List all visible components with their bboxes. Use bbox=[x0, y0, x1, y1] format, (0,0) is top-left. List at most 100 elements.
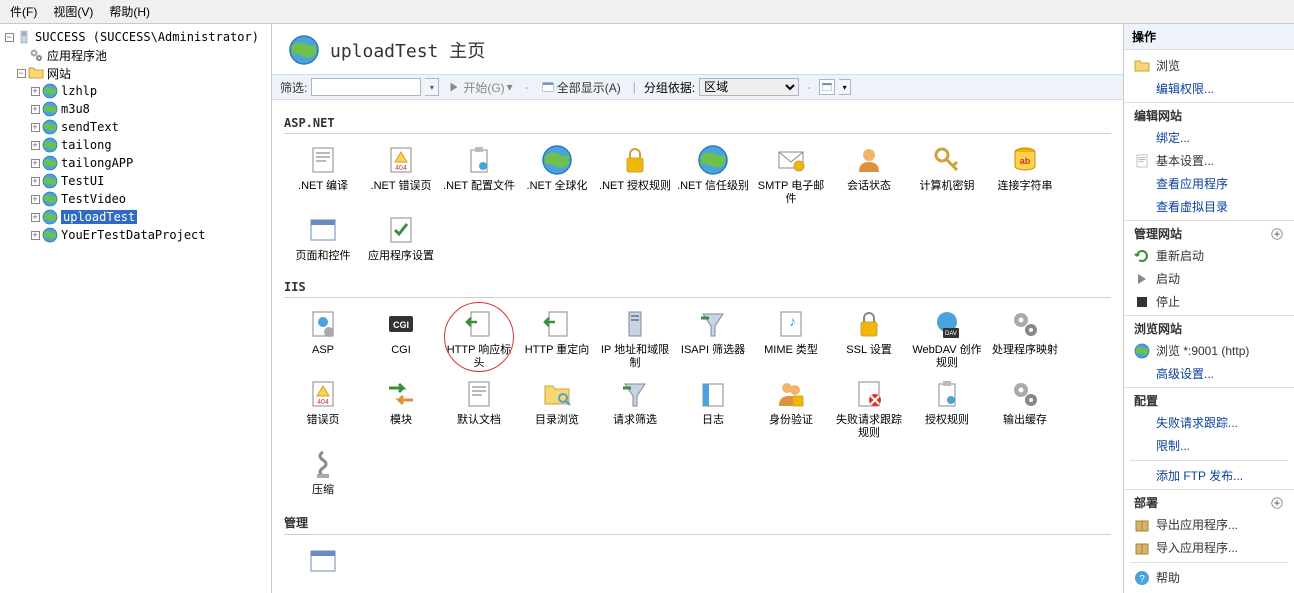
action-import-app[interactable]: 导入应用程序... bbox=[1124, 536, 1294, 559]
action-browse-9001[interactable]: 浏览 *:9001 (http) bbox=[1124, 339, 1294, 362]
page-header: uploadTest 主页 bbox=[272, 24, 1123, 74]
tree-site-label: tailong bbox=[61, 138, 112, 152]
tree-site-lzhlp[interactable]: +lzhlp bbox=[0, 82, 271, 100]
tree-sites[interactable]: − 网站 bbox=[0, 64, 271, 82]
feature-compress[interactable]: 压缩 bbox=[284, 444, 362, 501]
menu-file[interactable]: 件(F) bbox=[2, 1, 45, 22]
feature-connstr[interactable]: 连接字符串 bbox=[986, 140, 1064, 210]
feature-ssl[interactable]: SSL 设置 bbox=[830, 304, 908, 374]
tree-site-tailong[interactable]: +tailong bbox=[0, 136, 271, 154]
compile-icon bbox=[307, 144, 339, 176]
feature-label: 错误页 bbox=[307, 414, 340, 427]
action-online-help[interactable]: 联机帮助 bbox=[1124, 589, 1294, 593]
menu-view[interactable]: 视图(V) bbox=[45, 1, 101, 22]
feature-modules[interactable]: 模块 bbox=[362, 374, 440, 444]
feature-webdav[interactable]: WebDAV 创作规则 bbox=[908, 304, 986, 374]
action-view-apps[interactable]: 查看应用程序 bbox=[1124, 172, 1294, 195]
action-add-ftp[interactable]: 添加 FTP 发布... bbox=[1124, 464, 1294, 487]
feature-appsettings[interactable]: 应用程序设置 bbox=[362, 210, 440, 267]
config-icon bbox=[307, 545, 339, 577]
view-button[interactable] bbox=[819, 79, 835, 95]
appsettings-icon bbox=[385, 214, 417, 246]
filter-dropdown[interactable]: ▾ bbox=[425, 78, 439, 96]
action-explore[interactable]: 浏览 bbox=[1124, 54, 1294, 77]
tree-site-m3u8[interactable]: +m3u8 bbox=[0, 100, 271, 118]
tree-site-label: tailongAPP bbox=[61, 156, 133, 170]
feature-session[interactable]: 会话状态 bbox=[830, 140, 908, 210]
feature-label: .NET 信任级别 bbox=[677, 180, 749, 193]
feature-label: SSL 设置 bbox=[846, 344, 891, 357]
tree-site-tailongAPP[interactable]: +tailongAPP bbox=[0, 154, 271, 172]
action-stop[interactable]: 停止 bbox=[1124, 290, 1294, 313]
actions-panel: 操作 浏览 编辑权限... 编辑网站 绑定... 基本设置... 查看应用程序 … bbox=[1124, 24, 1294, 593]
feature-trust[interactable]: .NET 信任级别 bbox=[674, 140, 752, 210]
feature-label: 请求筛选 bbox=[613, 414, 657, 427]
globe-icon bbox=[1134, 343, 1150, 359]
asp-icon bbox=[307, 308, 339, 340]
feature-errorpage[interactable]: .NET 错误页 bbox=[362, 140, 440, 210]
action-edit-permissions[interactable]: 编辑权限... bbox=[1124, 77, 1294, 100]
action-failed-trace[interactable]: 失败请求跟踪... bbox=[1124, 411, 1294, 434]
feature-globalization[interactable]: .NET 全球化 bbox=[518, 140, 596, 210]
action-help[interactable]: 帮助 bbox=[1124, 566, 1294, 589]
outcache-icon bbox=[1009, 378, 1041, 410]
feature-failedreq[interactable]: 失败请求跟踪规则 bbox=[830, 374, 908, 444]
feature-config-editor[interactable] bbox=[284, 541, 362, 585]
feature-isapi[interactable]: ISAPI 筛选器 bbox=[674, 304, 752, 374]
feature-handler[interactable]: 处理程序映射 bbox=[986, 304, 1064, 374]
feature-dirbrowse[interactable]: 目录浏览 bbox=[518, 374, 596, 444]
feature-label: .NET 错误页 bbox=[371, 180, 432, 193]
tree-site-TestUI[interactable]: +TestUI bbox=[0, 172, 271, 190]
action-limits[interactable]: 限制... bbox=[1124, 434, 1294, 457]
feature-httpredir[interactable]: HTTP 重定向 bbox=[518, 304, 596, 374]
feature-smtp[interactable]: SMTP 电子邮件 bbox=[752, 140, 830, 210]
globe-icon bbox=[42, 119, 58, 135]
action-restart[interactable]: 重新启动 bbox=[1124, 244, 1294, 267]
mime-icon bbox=[775, 308, 807, 340]
feature-authz[interactable]: 授权规则 bbox=[908, 374, 986, 444]
view-dropdown[interactable]: ▾ bbox=[839, 79, 851, 95]
tree-root[interactable]: − SUCCESS (SUCCESS\Administrator) bbox=[0, 28, 271, 46]
pagesctrls-icon bbox=[307, 214, 339, 246]
expand-icon[interactable] bbox=[1270, 496, 1284, 510]
action-advanced-settings[interactable]: 高级设置... bbox=[1124, 362, 1294, 385]
help-icon bbox=[1134, 570, 1150, 586]
feature-machinekey[interactable]: 计算机密钥 bbox=[908, 140, 986, 210]
connections-tree: − SUCCESS (SUCCESS\Administrator) 应用程序池 … bbox=[0, 24, 272, 593]
tree-app-pools[interactable]: 应用程序池 bbox=[0, 46, 271, 64]
feature-reqfilter[interactable]: 请求筛选 bbox=[596, 374, 674, 444]
action-start[interactable]: 启动 bbox=[1124, 267, 1294, 290]
show-all-button[interactable]: 全部显示(A) bbox=[537, 79, 625, 96]
feature-logging[interactable]: 日志 bbox=[674, 374, 752, 444]
feature-pagesctrls[interactable]: 页面和控件 bbox=[284, 210, 362, 267]
feature-compile[interactable]: .NET 编译 bbox=[284, 140, 362, 210]
feature-errpage[interactable]: 错误页 bbox=[284, 374, 362, 444]
globe-icon bbox=[42, 137, 58, 153]
tree-site-uploadTest[interactable]: +uploadTest bbox=[0, 208, 271, 226]
action-view-vdirs[interactable]: 查看虚拟目录 bbox=[1124, 195, 1294, 218]
feature-authn[interactable]: 身份验证 bbox=[752, 374, 830, 444]
feature-label: 日志 bbox=[702, 414, 724, 427]
feature-asp[interactable]: ASP bbox=[284, 304, 362, 374]
defdoc-icon bbox=[463, 378, 495, 410]
filter-input[interactable] bbox=[311, 78, 421, 96]
tree-site-TestVideo[interactable]: +TestVideo bbox=[0, 190, 271, 208]
feature-defdoc[interactable]: 默认文档 bbox=[440, 374, 518, 444]
expand-icon[interactable] bbox=[1270, 227, 1284, 241]
groupby-select[interactable]: 区域 bbox=[699, 78, 799, 96]
feature-cgi[interactable]: CGI bbox=[362, 304, 440, 374]
feature-mime[interactable]: MIME 类型 bbox=[752, 304, 830, 374]
feature-iprestrict[interactable]: IP 地址和域限制 bbox=[596, 304, 674, 374]
feature-httphdr[interactable]: HTTP 响应标头 bbox=[440, 304, 518, 374]
action-basic-settings[interactable]: 基本设置... bbox=[1124, 149, 1294, 172]
action-bindings[interactable]: 绑定... bbox=[1124, 126, 1294, 149]
feature-outcache[interactable]: 输出缓存 bbox=[986, 374, 1064, 444]
tree-site-YouErTestDataProject[interactable]: +YouErTestDataProject bbox=[0, 226, 271, 244]
feature-profile[interactable]: .NET 配置文件 bbox=[440, 140, 518, 210]
menu-help[interactable]: 帮助(H) bbox=[101, 1, 158, 22]
globe-icon bbox=[42, 101, 58, 117]
tree-site-sendText[interactable]: +sendText bbox=[0, 118, 271, 136]
feature-auth[interactable]: .NET 授权规则 bbox=[596, 140, 674, 210]
action-export-app[interactable]: 导出应用程序... bbox=[1124, 513, 1294, 536]
start-button[interactable]: 开始(G) ▾ bbox=[443, 79, 516, 96]
